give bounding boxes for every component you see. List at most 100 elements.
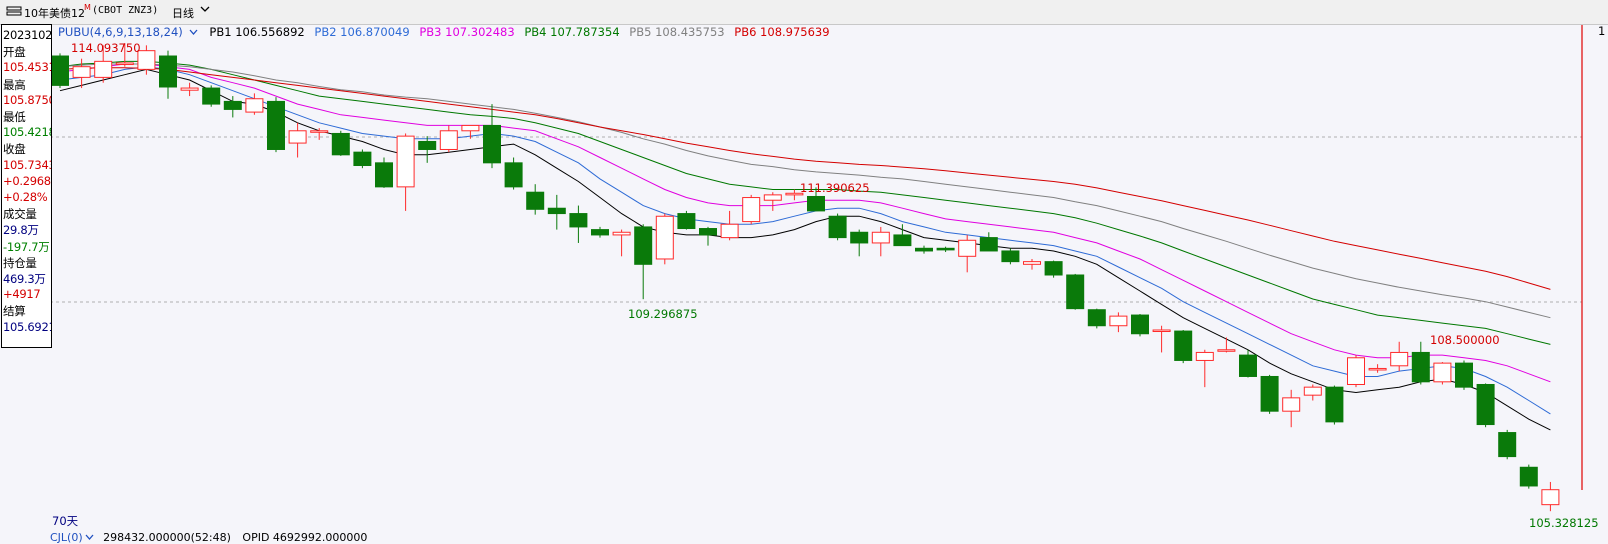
candle[interactable]	[202, 85, 221, 107]
candle-body	[1411, 351, 1430, 383]
double-bar-icon[interactable]	[6, 6, 22, 19]
candle[interactable]	[1131, 313, 1149, 337]
chevron-down-icon[interactable]	[189, 26, 198, 40]
period-selector[interactable]: 日线	[172, 5, 194, 21]
candle-body	[1519, 466, 1538, 487]
candle[interactable]	[1260, 374, 1279, 414]
candle[interactable]	[331, 130, 350, 156]
candle[interactable]	[267, 97, 285, 153]
candle-body	[526, 191, 545, 210]
candle[interactable]	[1347, 355, 1365, 388]
candle-body	[223, 100, 242, 110]
candle-body	[94, 60, 113, 78]
candle-body	[1303, 386, 1322, 396]
right-edge-label: 1	[1598, 24, 1605, 38]
candle[interactable]	[353, 149, 372, 169]
candle-body	[353, 151, 372, 167]
candle-body	[1325, 386, 1344, 423]
legend-pb5: PB5 108.435753	[629, 25, 725, 39]
candle[interactable]	[1174, 330, 1193, 364]
candle-body	[267, 100, 285, 150]
period-label: 70天	[52, 514, 79, 528]
candle-body	[1001, 250, 1020, 263]
candle-body	[1239, 354, 1257, 377]
candle-body	[1087, 309, 1106, 327]
candle[interactable]	[1001, 248, 1020, 265]
candle-body	[1195, 351, 1214, 361]
legend-indicator-name[interactable]: PUBU(4,6,9,13,18,24)	[58, 25, 183, 39]
candle-body	[504, 162, 523, 188]
info-row: 成交量	[3, 207, 37, 222]
candle[interactable]	[655, 213, 674, 265]
candle-body	[807, 195, 825, 212]
candle-body	[871, 231, 890, 244]
candle-body	[893, 234, 912, 247]
candle[interactable]	[1455, 360, 1473, 390]
candle-body	[1023, 261, 1041, 265]
info-row: 105.8750	[3, 92, 52, 107]
candle[interactable]	[1476, 383, 1495, 428]
info-row: 29.8万	[3, 223, 39, 238]
candle-body	[677, 213, 696, 230]
indicator-selector[interactable]: CJL(0)	[50, 531, 83, 544]
candle[interactable]	[1066, 273, 1085, 310]
info-row: -197.7万	[3, 239, 50, 254]
chevron-down-icon[interactable]	[85, 531, 94, 544]
candle-body	[1260, 375, 1279, 412]
info-row: 105.4218	[3, 125, 52, 140]
info-row: 持仓量	[3, 255, 37, 270]
candle-body	[1368, 367, 1387, 371]
candle-body	[612, 231, 631, 236]
candle[interactable]	[677, 210, 696, 230]
chart-background	[50, 24, 1608, 531]
candle-body	[1455, 362, 1473, 388]
candle[interactable]	[1519, 464, 1538, 489]
candle-body	[288, 130, 307, 144]
candle-body	[936, 247, 955, 251]
candle-body	[180, 87, 199, 91]
candle-body	[1282, 397, 1301, 412]
info-row: 最低	[3, 110, 26, 124]
annotation-low-2: 105.328125	[1529, 516, 1599, 530]
candle[interactable]	[51, 53, 69, 89]
candle-body	[439, 130, 458, 150]
instrument-title[interactable]: 10年美债12	[24, 5, 85, 21]
candle[interactable]	[828, 213, 847, 241]
candle-body	[742, 197, 761, 223]
candle-body	[202, 87, 221, 105]
candle-body	[979, 237, 998, 252]
candle-body	[634, 226, 653, 265]
candle[interactable]	[1498, 429, 1517, 460]
open-interest-value: OPID 4692992.000000	[242, 531, 368, 544]
candle[interactable]	[1325, 385, 1344, 425]
candle-body	[375, 162, 393, 188]
info-row: 20231020	[3, 28, 52, 42]
toolbar: 10年美债12 M (CBOT ZNZ3) 日线	[0, 0, 1608, 25]
candle-body	[1044, 261, 1063, 276]
chevron-down-icon[interactable]	[200, 4, 210, 17]
annotation-high-3: 108.500000	[1430, 333, 1500, 347]
info-row: +4917	[3, 287, 41, 302]
candle[interactable]	[1433, 362, 1452, 385]
legend-pb1: PB1 106.556892	[209, 25, 305, 39]
candle[interactable]	[1087, 308, 1106, 329]
candle-body	[310, 130, 329, 133]
candle-body	[1498, 432, 1517, 458]
info-row: 105.6921	[3, 319, 52, 334]
candle-body	[51, 55, 69, 86]
price-chart[interactable]: 114.093750 109.296875 111.390625 108.500…	[0, 0, 1608, 543]
candle[interactable]	[1044, 260, 1063, 278]
candle-body	[245, 98, 264, 113]
candle-body	[396, 135, 415, 188]
candle-body	[115, 62, 134, 65]
info-row: 收盘	[3, 142, 26, 157]
info-row: 结算	[3, 304, 26, 319]
candle[interactable]	[742, 194, 761, 225]
candle-body	[1476, 383, 1495, 426]
volume-value: 298432.000000(52:48)	[103, 531, 231, 544]
candle-body	[418, 140, 437, 150]
candle-body	[1390, 351, 1409, 367]
info-row: 469.3万	[3, 272, 46, 286]
title-mark: M	[84, 3, 91, 12]
legend-pb4: PB4 107.787354	[524, 25, 620, 39]
